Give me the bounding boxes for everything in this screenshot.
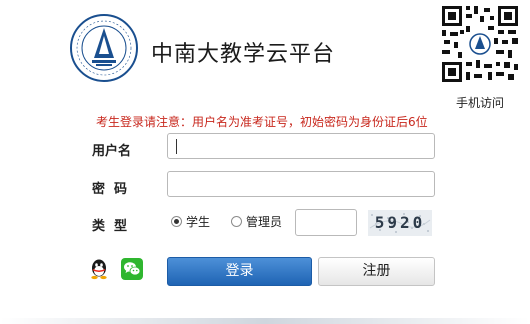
login-notice: 考生登录请注意：用户名为准考证号，初始密码为身份证后6位 (96, 115, 428, 129)
register-button[interactable]: 注册 (318, 257, 435, 286)
page-title: 中南大教学云平台 (151, 42, 336, 67)
login-button[interactable]: 登录 (167, 257, 312, 286)
password-input[interactable] (167, 171, 435, 197)
page-header: 中南大教学云平台 手机访问 (0, 0, 530, 110)
radio-student[interactable]: 学生 (171, 213, 210, 230)
qr-code-icon (440, 4, 520, 84)
qq-icon[interactable] (88, 258, 110, 280)
radio-student-button[interactable] (171, 216, 182, 227)
captcha-code: 5920 (374, 213, 426, 232)
captcha-input[interactable] (295, 209, 357, 236)
type-label: 类 型 (92, 219, 128, 234)
captcha-image[interactable]: 5920 (368, 210, 432, 236)
radio-admin-button[interactable] (231, 216, 242, 227)
radio-admin[interactable]: 管理员 (231, 213, 282, 230)
username-input[interactable] (167, 133, 435, 159)
password-label: 密 码 (92, 182, 128, 197)
wechat-icon[interactable] (121, 258, 143, 280)
bottom-divider (0, 318, 530, 324)
qr-caption: 手机访问 (455, 96, 504, 110)
username-label: 用户名 (92, 144, 132, 159)
radio-admin-label[interactable]: 管理员 (246, 213, 282, 230)
text-cursor (176, 139, 177, 154)
radio-student-label[interactable]: 学生 (186, 213, 210, 230)
university-seal-icon (70, 14, 138, 82)
